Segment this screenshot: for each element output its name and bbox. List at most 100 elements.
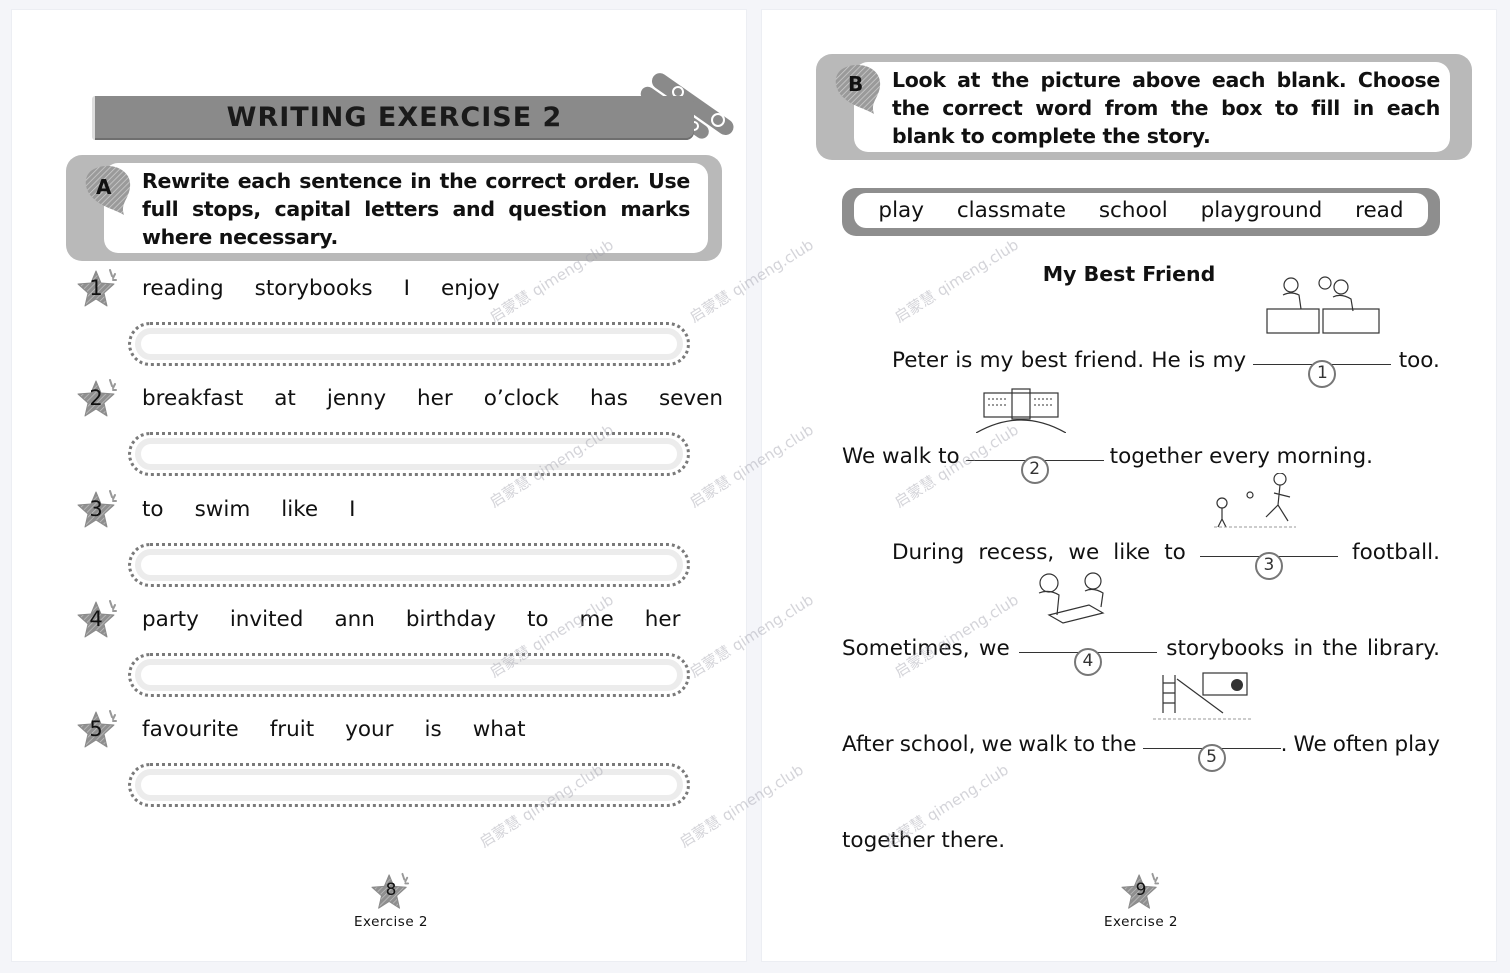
blank-number: 5 (1197, 744, 1226, 772)
story-text: my (979, 348, 1014, 373)
page-footer: 9 Exercise 2 (1081, 872, 1201, 930)
word-option: classmate (956, 198, 1066, 223)
page-title: WRITING EXERCISE 2 (226, 102, 563, 133)
word: her (417, 386, 453, 411)
word-option: playground (1200, 198, 1323, 223)
story-text: play (1394, 732, 1440, 757)
story-text: We walk to (842, 444, 960, 469)
footer-label: Exercise 2 (1103, 914, 1179, 930)
story-text: walk (1018, 732, 1068, 757)
story-text: friend. (1074, 348, 1145, 373)
section-letter: B (848, 72, 864, 96)
story-text: the (1322, 636, 1358, 661)
page-left: WRITING EXERCISE 2 A Rewrite each senten… (12, 10, 746, 961)
section-a-instruction-box: A Rewrite each sentence in the correct o… (66, 155, 722, 261)
answer-input[interactable] (128, 543, 690, 587)
story-text: library. (1366, 636, 1440, 661)
word: like (281, 497, 319, 522)
answer-blank[interactable]: 1 (1253, 276, 1392, 388)
word: ann (334, 607, 375, 632)
classmates-at-desks-picture (1263, 273, 1383, 343)
story-text: we (1068, 540, 1100, 565)
word: jenny (326, 386, 387, 411)
section-letter: A (96, 175, 112, 199)
scrambled-words: favourite fruit your is what (142, 717, 557, 742)
story-title: My Best Friend (1042, 262, 1216, 286)
word: party (142, 607, 199, 632)
story-text: like (1113, 540, 1151, 565)
school-building-picture (975, 387, 1066, 439)
title-banner: WRITING EXERCISE 2 (92, 96, 694, 140)
word: fruit (269, 717, 315, 742)
answer-input[interactable] (128, 653, 690, 697)
word: swim (194, 497, 251, 522)
answer-blank[interactable]: 5. (1142, 672, 1287, 772)
blank-number: 2 (1020, 456, 1049, 484)
word: what (472, 717, 526, 742)
answer-blank[interactable]: 3 (1199, 472, 1338, 580)
blank-number: 4 (1073, 648, 1102, 676)
footer-label: Exercise 2 (353, 914, 429, 930)
story-text: During (892, 540, 965, 565)
question-number: 4 (89, 607, 103, 631)
scrambled-words: reading storybooks Ienjoy (142, 276, 531, 301)
page-footer: 8 Exercise 2 (331, 872, 451, 930)
answer-blank[interactable]: 4 (1018, 572, 1157, 676)
word: your (345, 717, 394, 742)
story-sentence: During recess, we like to 3 football. (892, 472, 1440, 580)
word: I (403, 276, 410, 301)
answer-input[interactable] (128, 763, 690, 807)
word-option: read (1355, 198, 1404, 223)
answer-blank[interactable]: 2 (965, 388, 1104, 484)
word: storybooks (254, 276, 373, 301)
word: to (526, 607, 549, 632)
story-text: is (955, 348, 973, 373)
answer-input[interactable] (128, 322, 690, 366)
story-text: in (1293, 636, 1314, 661)
word: me (579, 607, 614, 632)
story-text: my (1212, 348, 1247, 373)
story-text: After (842, 732, 894, 757)
story-text: best (1020, 348, 1068, 373)
answer-input[interactable] (128, 432, 690, 476)
question-number: 3 (89, 497, 103, 521)
word: seven (658, 386, 723, 411)
blank-number: 1 (1308, 360, 1337, 388)
section-b-instruction-box: B Look at the picture above each blank. … (816, 54, 1472, 160)
children-reading-picture (1029, 571, 1125, 631)
word: breakfast (142, 386, 244, 411)
story-text: we (981, 732, 1013, 757)
scrambled-words: party invited ann birthday to me her (142, 607, 711, 632)
story-end: together there. (842, 828, 1006, 853)
word: enjoy (440, 276, 500, 301)
story-text: often (1332, 732, 1389, 757)
story-text: recess, (978, 540, 1055, 565)
page-number: 8 (385, 880, 397, 900)
word-box: play classmate school playground read (842, 188, 1440, 236)
story-text: He (1151, 348, 1181, 373)
word: birthday (405, 607, 496, 632)
scrambled-words: breakfast at jenny her o’clock has seven (142, 386, 754, 411)
story-text: Peter (892, 348, 948, 373)
word: o’clock (483, 386, 559, 411)
question-number: 1 (89, 276, 103, 300)
word: has (589, 386, 628, 411)
story-text: to (1073, 732, 1096, 757)
question-number: 5 (89, 717, 103, 741)
story-text: We (1293, 732, 1327, 757)
story-text: Sometimes, (842, 636, 970, 661)
story-text: storybooks (1166, 636, 1285, 661)
story-text: school, (899, 732, 976, 757)
story-text: is (1188, 348, 1206, 373)
word: to (142, 497, 164, 522)
children-playing-football-picture (1210, 472, 1300, 535)
story-text: football. (1352, 540, 1440, 565)
story-text: too. (1398, 348, 1440, 373)
story-sentence: Peter is my best friend. He is my 1 too. (892, 276, 1440, 388)
story-sentence: After school, we walk to the 5. We often play (842, 672, 1440, 772)
story-text: we (978, 636, 1010, 661)
page-right: B Look at the picture above each blank. … (762, 10, 1496, 961)
word: reading (142, 276, 224, 301)
section-b-instruction: Look at the picture above each blank. Ch… (892, 68, 1440, 148)
word: invited (229, 607, 304, 632)
